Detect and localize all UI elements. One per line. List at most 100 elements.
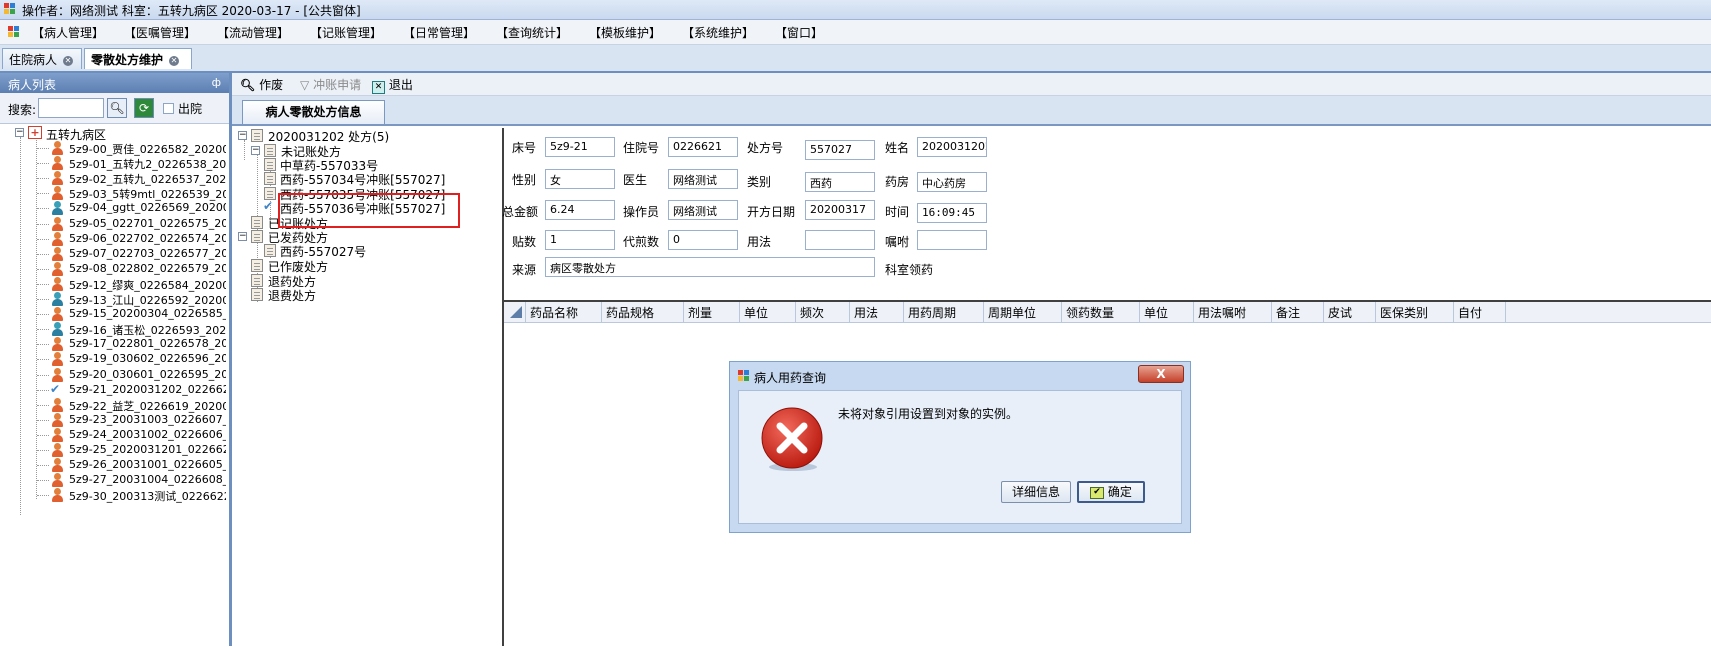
menu-patient-management[interactable]: 【病人管理】: [32, 24, 104, 41]
corner-triangle-icon: [510, 306, 522, 318]
search-icon: 🔍︎: [109, 101, 125, 115]
time-field[interactable]: 16:09:45: [917, 203, 987, 223]
usage-field[interactable]: [805, 230, 875, 250]
void-button[interactable]: 🔍︎ 作废: [240, 76, 283, 93]
category-label: 类别: [747, 175, 772, 189]
menu-app-icon[interactable]: [8, 26, 20, 38]
dialog-message: 未将对象引用设置到对象的实例。: [838, 407, 1019, 421]
admission-no-field[interactable]: 0226621: [668, 137, 738, 157]
patient-row[interactable]: 5z9-03_5转9mtl_0226539_202: [0, 185, 226, 201]
collapse-icon[interactable]: −: [251, 146, 260, 155]
details-button[interactable]: 详细信息: [1001, 481, 1071, 503]
col-unit-2[interactable]: 单位: [1140, 302, 1194, 322]
tab-inpatients[interactable]: 住院病人 ✕: [2, 48, 82, 69]
patient-row[interactable]: 5z9-27_20031004_0226608_20: [0, 472, 226, 488]
patient-icon: [51, 488, 64, 503]
patient-row[interactable]: 5z9-23_20031003_0226607_20: [0, 412, 226, 428]
patient-row[interactable]: 5z9-12_缪爽_0226584_202003: [0, 276, 226, 292]
decoction-label: 代煎数: [623, 235, 660, 249]
patient-row[interactable]: 5z9-02_五转九_0226537_2020: [0, 170, 226, 186]
col-drug-spec[interactable]: 药品规格: [602, 302, 684, 322]
patient-row[interactable]: 5z9-08_022802_0226579_2020: [0, 261, 226, 277]
category-field[interactable]: 西药: [805, 172, 875, 192]
patient-icon: [51, 397, 64, 412]
collapse-icon[interactable]: −: [15, 128, 24, 137]
col-medication-period[interactable]: 用药周期: [904, 302, 984, 322]
doctor-field[interactable]: 网络测试: [668, 169, 738, 189]
inner-tab-strip: [232, 96, 1711, 124]
row-selector-header: [504, 302, 526, 322]
doses-field[interactable]: 1: [545, 230, 615, 250]
instruction-field[interactable]: [917, 230, 987, 250]
col-unit[interactable]: 单位: [740, 302, 796, 322]
col-drug-name[interactable]: 药品名称: [526, 302, 602, 322]
patient-row[interactable]: 5z9-05_022701_0226575_2020: [0, 216, 226, 232]
menu-system-maintenance[interactable]: 【系统维护】: [682, 24, 754, 41]
col-dose[interactable]: 剂量: [684, 302, 740, 322]
patient-row[interactable]: ✔ 5z9-21_2020031202_0226621_: [0, 382, 226, 398]
bed-field[interactable]: 5z9-21: [545, 137, 615, 157]
decoction-field[interactable]: 0: [668, 230, 738, 250]
patient-row[interactable]: 5z9-25_2020031201_0226620_: [0, 442, 226, 458]
close-icon[interactable]: ✕: [169, 55, 180, 66]
patient-row[interactable]: 5z9-06_022702_0226574_2020: [0, 231, 226, 247]
ok-button[interactable]: ✔ 确定: [1077, 481, 1145, 503]
total-field[interactable]: 6.24: [545, 200, 615, 220]
patient-row[interactable]: 5z9-20_030601_0226595_2020: [0, 367, 226, 383]
close-icon[interactable]: ✕: [63, 55, 74, 66]
col-usage-instruction[interactable]: 用法嘱咐: [1194, 302, 1272, 322]
operator-field[interactable]: 网络测试: [668, 200, 738, 220]
reversal-request-button[interactable]: ▽ 冲账申请: [300, 76, 361, 93]
search-input[interactable]: [38, 98, 104, 118]
menu-billing-management[interactable]: 【记账管理】: [310, 24, 382, 41]
pharmacy-field[interactable]: 中心药房: [917, 172, 987, 192]
dialog-close-button[interactable]: X: [1138, 365, 1184, 383]
name-field[interactable]: 2020031202: [917, 137, 987, 157]
patient-row[interactable]: 5z9-30_200313测试_0226622_: [0, 487, 226, 503]
patient-icon: [51, 156, 64, 171]
menu-template-maintenance[interactable]: 【模板维护】: [589, 24, 661, 41]
menu-flow-management[interactable]: 【流动管理】: [217, 24, 289, 41]
exit-button[interactable]: ✕ 退出: [372, 76, 413, 94]
tab-scattered-rx-maintenance[interactable]: 零散处方维护 ✕: [84, 48, 192, 69]
patient-icon: [51, 292, 64, 306]
document-icon: [251, 216, 263, 229]
source-field[interactable]: 病区零散处方: [545, 257, 875, 277]
rx-no-field[interactable]: 557027: [805, 140, 875, 160]
tab-patient-scattered-rx-info[interactable]: 病人零散处方信息: [242, 100, 385, 124]
pin-icon[interactable]: ф: [212, 76, 221, 89]
col-usage[interactable]: 用法: [850, 302, 904, 322]
col-period-unit[interactable]: 周期单位: [984, 302, 1062, 322]
patient-row[interactable]: 5z9-15_20200304_0226585_20: [0, 306, 226, 322]
col-insurance-category[interactable]: 医保类别: [1376, 302, 1454, 322]
patient-row[interactable]: 5z9-17_022801_0226578_2020: [0, 336, 226, 352]
patient-row[interactable]: 5z9-01_五转九2_0226538_202: [0, 155, 226, 171]
dialog-title-bar[interactable]: 病人用药查询: [736, 366, 1176, 385]
patient-row[interactable]: 5z9-07_022703_0226577_2020: [0, 246, 226, 262]
document-tab-strip: 住院病人 ✕ 零散处方维护 ✕: [0, 45, 1711, 73]
search-button[interactable]: 🔍︎: [107, 98, 127, 118]
col-pickup-quantity[interactable]: 领药数量: [1062, 302, 1140, 322]
patient-row[interactable]: 5z9-13_江山_0226592_202003: [0, 291, 226, 307]
menu-query-statistics[interactable]: 【查询统计】: [496, 24, 568, 41]
patient-row[interactable]: 5z9-16_诸玉松_0226593_2020: [0, 321, 226, 337]
patient-row[interactable]: 5z9-24_20031002_0226606_20: [0, 427, 226, 443]
col-remark[interactable]: 备注: [1272, 302, 1324, 322]
patient-row[interactable]: 5z9-26_20031001_0226605_20: [0, 457, 226, 473]
col-self-pay[interactable]: 自付: [1454, 302, 1506, 322]
patient-row[interactable]: 5z9-04_ggtt_0226569_202002: [0, 200, 226, 216]
patient-row[interactable]: 5z9-19_030602_0226596_2020: [0, 351, 226, 367]
col-skin-test[interactable]: 皮试: [1324, 302, 1376, 322]
menu-window[interactable]: 【窗口】: [775, 24, 823, 41]
patient-row[interactable]: 5z9-00_贾佳_0226582_202003: [0, 140, 226, 156]
menu-daily-management[interactable]: 【日常管理】: [403, 24, 475, 41]
rx-date-field[interactable]: 20200317: [805, 200, 875, 220]
menu-orders-management[interactable]: 【医嘱管理】: [124, 24, 196, 41]
refresh-button[interactable]: ⟳: [134, 98, 154, 118]
collapse-icon[interactable]: −: [238, 232, 247, 241]
sex-field[interactable]: 女: [545, 169, 615, 189]
patient-row[interactable]: 5z9-22_益芝_0226619_202003: [0, 397, 226, 413]
collapse-icon[interactable]: −: [238, 131, 247, 140]
col-frequency[interactable]: 频次: [796, 302, 850, 322]
discharged-checkbox[interactable]: [163, 103, 174, 114]
